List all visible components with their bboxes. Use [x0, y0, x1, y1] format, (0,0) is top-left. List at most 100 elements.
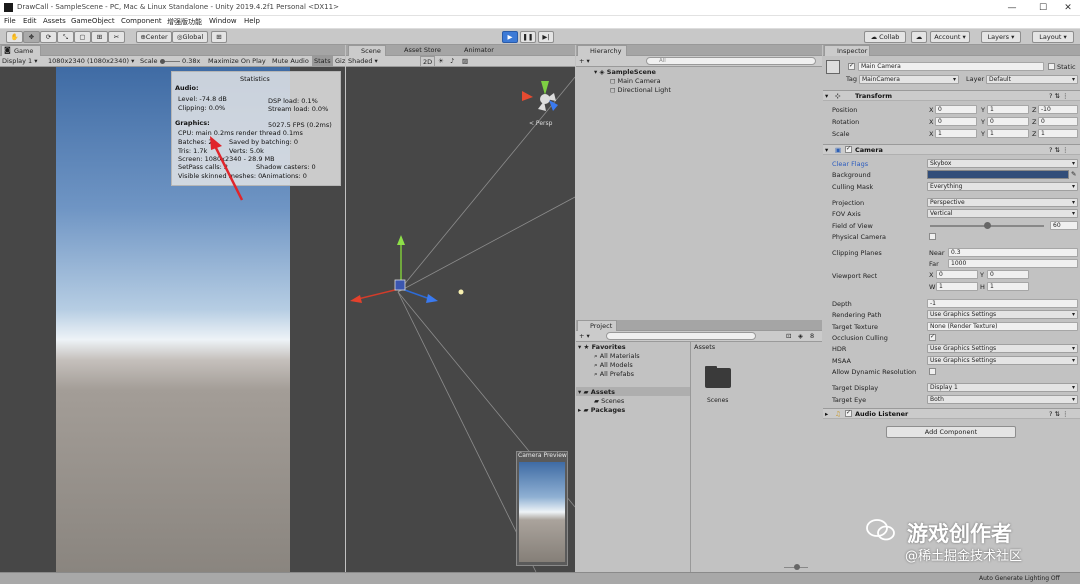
hierarchy-item-main-camera[interactable]: ◻ Main Camera [610, 77, 661, 85]
gizmo-x-axis[interactable] [357, 288, 400, 300]
folder-icon[interactable] [705, 368, 731, 388]
fav-all-models[interactable]: ⌕ All Models [594, 361, 633, 370]
filter-icon[interactable]: ◈ [798, 331, 803, 342]
hierarchy-item-directional-light[interactable]: ◻ Directional Light [610, 86, 671, 94]
rotate-tool-icon[interactable]: ⟳ [40, 31, 57, 43]
tab-asset-store[interactable]: Asset Store [392, 45, 442, 56]
mute-audio-toggle[interactable]: Mute Audio [272, 56, 309, 67]
custom-tool-icon[interactable]: ✂ [108, 31, 125, 43]
camera-help-icon[interactable]: ? ⇅ ⋮ [1049, 146, 1069, 154]
lock-icon[interactable]: ⊡ [786, 331, 791, 342]
effects-toggle-icon[interactable]: ▨ [462, 56, 468, 67]
display-dropdown[interactable]: Display 1 ▾ [2, 56, 38, 67]
fav-all-prefabs[interactable]: ⌕ All Prefabs [594, 370, 634, 379]
cloud-icon[interactable]: ☁ [911, 31, 927, 43]
space-global-button[interactable]: ◎Global [172, 31, 208, 43]
gizmo-z-axis[interactable] [401, 288, 431, 300]
scale-z-field[interactable]: 1 [1038, 129, 1078, 138]
transform-tool-icon[interactable]: ⊞ [91, 31, 108, 43]
layers-dropdown[interactable]: Layers ▾ [981, 31, 1021, 43]
viewport-h-field[interactable]: 1 [987, 282, 1029, 291]
scale-x-field[interactable]: 1 [935, 129, 977, 138]
tab-inspector[interactable]: Inspector [824, 45, 870, 56]
viewport-x-field[interactable]: 0 [936, 270, 978, 279]
fov-slider-handle[interactable] [984, 222, 991, 229]
viewport-y-field[interactable]: 0 [987, 270, 1029, 279]
rect-tool-icon[interactable]: ▢ [74, 31, 91, 43]
assets-node[interactable]: ▾ ▰ Assets [578, 388, 615, 396]
rotation-z-field[interactable]: 0 [1038, 117, 1078, 126]
account-dropdown[interactable]: Account ▾ [930, 31, 970, 43]
tab-project[interactable]: Project [577, 320, 617, 331]
fov-value-field[interactable]: 60 [1050, 221, 1078, 230]
icon-size-handle[interactable] [794, 564, 800, 570]
project-breadcrumb[interactable]: Assets [694, 343, 715, 351]
step-button-icon[interactable]: ▶| [538, 31, 554, 43]
rotation-x-field[interactable]: 0 [935, 117, 977, 126]
fov-axis-dropdown[interactable]: Vertical [927, 209, 1078, 218]
add-component-button[interactable]: Add Component [886, 426, 1016, 438]
physical-camera-checkbox[interactable] [929, 233, 936, 240]
close-button[interactable]: ✕ [1058, 2, 1078, 14]
msaa-dropdown[interactable]: Use Graphics Settings [927, 356, 1078, 365]
target-texture-field[interactable]: None (Render Texture) [927, 322, 1078, 331]
target-display-dropdown[interactable]: Display 1 [927, 383, 1078, 392]
packages-node[interactable]: ▸ ▰ Packages [578, 406, 625, 414]
shading-dropdown[interactable]: Shaded ▾ [348, 56, 378, 67]
scene-view[interactable]: < Persp Camera Preview [346, 67, 575, 572]
fav-all-materials[interactable]: ⌕ All Materials [594, 352, 640, 361]
favorites-node[interactable]: ▾ ★ Favorites [578, 343, 626, 351]
stats-toggle[interactable]: Stats [312, 56, 333, 67]
hand-tool-icon[interactable]: ✋ [6, 31, 23, 43]
gameobject-name-field[interactable]: Main Camera [858, 62, 1044, 71]
maximize-on-play-toggle[interactable]: Maximize On Play [208, 56, 266, 67]
layer-dropdown[interactable]: Default [986, 75, 1078, 84]
tab-animator[interactable]: Animator [452, 45, 498, 56]
audio-listener-header[interactable]: ▸ ♫ Audio Listener ? ⇅ ⋮ [823, 408, 1080, 419]
eyedropper-icon[interactable]: ✎ [1071, 170, 1076, 178]
position-z-field[interactable]: -10 [1038, 105, 1078, 114]
rendering-path-dropdown[interactable]: Use Graphics Settings [927, 310, 1078, 319]
menu-help[interactable]: Help [244, 17, 260, 25]
scale-slider-handle[interactable] [160, 59, 165, 64]
hierarchy-search-input[interactable]: All [646, 57, 816, 65]
audio-help-icon[interactable]: ? ⇅ ⋮ [1049, 410, 1069, 418]
resolution-dropdown[interactable]: 1080x2340 (1080x2340) ▾ [48, 56, 134, 67]
light-gizmo-icon[interactable] [458, 289, 464, 295]
gizmo-x-arrow[interactable] [350, 295, 362, 303]
audio-listener-checkbox[interactable] [845, 409, 852, 417]
transform-header[interactable]: ▾ ⊹ Transform ? ⇅ ⋮ [823, 90, 1080, 101]
clear-flags-dropdown[interactable]: Skybox [927, 159, 1078, 168]
menu-component[interactable]: Component [121, 17, 162, 25]
viewport-w-field[interactable]: 1 [936, 282, 978, 291]
hierarchy-scene-root[interactable]: ▾ ◈ SampleScene [594, 68, 656, 76]
pause-button-icon[interactable]: ❚❚ [520, 31, 536, 43]
gizmos-toggle[interactable]: Giz [335, 56, 345, 67]
camera-enabled-checkbox[interactable] [845, 145, 852, 153]
pivot-center-button[interactable]: ⊕Center [136, 31, 172, 43]
tab-scene[interactable]: Scene [348, 45, 386, 56]
project-create-button[interactable]: + ▾ [579, 331, 590, 342]
folder-name-scenes[interactable]: Scenes [707, 397, 728, 404]
menu-assets[interactable]: Assets [43, 17, 66, 25]
menu-gameobject[interactable]: GameObject [71, 17, 115, 25]
hdr-dropdown[interactable]: Use Graphics Settings [927, 344, 1078, 353]
dynamic-resolution-checkbox[interactable] [929, 368, 936, 375]
camera-gizmo-icon[interactable] [394, 279, 406, 291]
gizmo-z-arrow[interactable] [426, 294, 438, 303]
hierarchy-create-button[interactable]: + ▾ [579, 56, 590, 67]
target-eye-dropdown[interactable]: Both [927, 395, 1078, 404]
move-tool-icon[interactable]: ✥ [23, 31, 40, 43]
layout-dropdown[interactable]: Layout ▾ [1032, 31, 1074, 43]
rotation-y-field[interactable]: 0 [987, 117, 1029, 126]
audio-toggle-icon[interactable]: ♪ [450, 56, 454, 67]
depth-field[interactable]: -1 [927, 299, 1078, 308]
menu-enhanced[interactable]: 增强版功能 [167, 17, 202, 27]
menu-window[interactable]: Window [209, 17, 237, 25]
position-x-field[interactable]: 0 [935, 105, 977, 114]
menu-edit[interactable]: Edit [23, 17, 37, 25]
grid-snap-icon[interactable]: ⊞ [211, 31, 227, 43]
camera-header[interactable]: ▾ ▣ Camera ? ⇅ ⋮ [823, 144, 1080, 155]
collab-button[interactable]: ☁ Collab [864, 31, 906, 43]
background-color-swatch[interactable] [927, 170, 1069, 179]
